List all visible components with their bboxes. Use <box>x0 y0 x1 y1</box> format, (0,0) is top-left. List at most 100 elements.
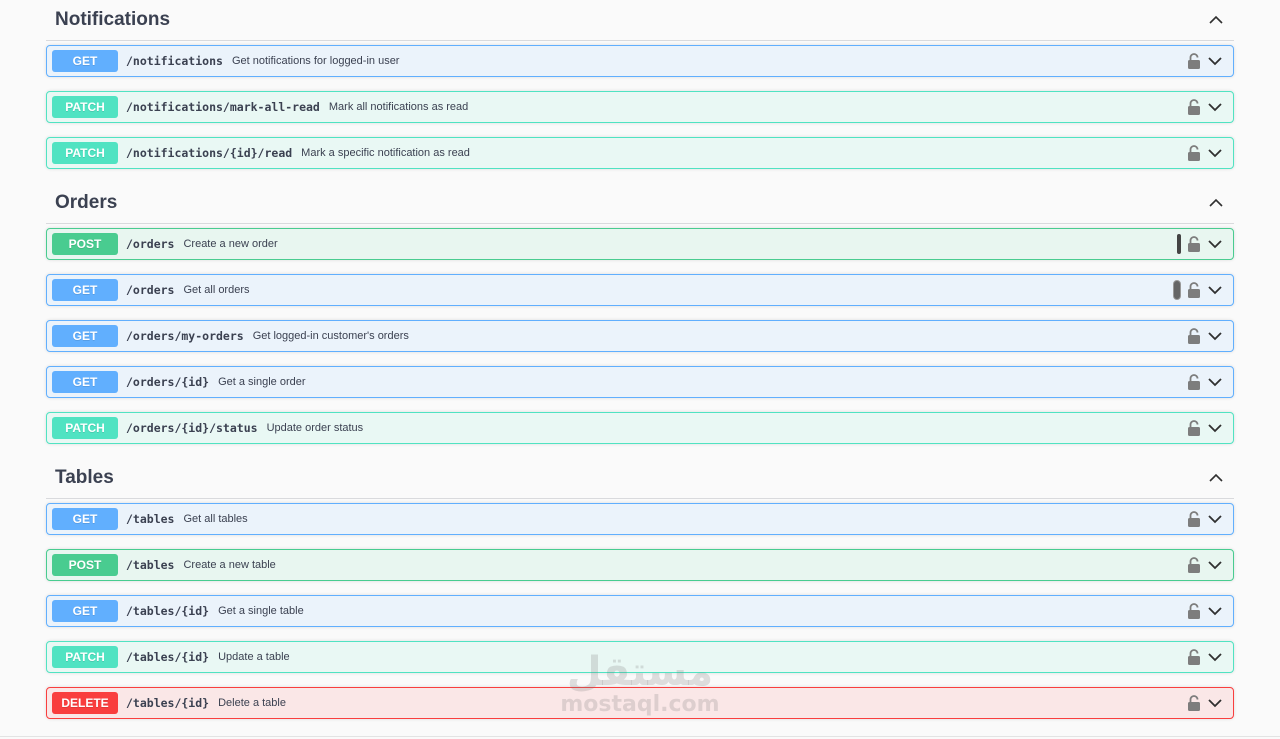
operation-row[interactable]: GET /notifications Get notifications for… <box>46 45 1234 77</box>
chevron-down-icon[interactable] <box>1207 695 1223 711</box>
operation-path: /notifications/mark-all-read <box>126 100 320 114</box>
collapse-button[interactable] <box>1198 5 1234 35</box>
operation-icons <box>1177 229 1223 259</box>
method-badge: GET <box>52 371 118 393</box>
method-badge: GET <box>52 325 118 347</box>
operation-icons <box>1187 688 1223 718</box>
method-badge: GET <box>52 50 118 72</box>
chevron-up-icon <box>1209 198 1223 207</box>
chevron-down-icon[interactable] <box>1207 420 1223 436</box>
chevron-down-icon[interactable] <box>1207 511 1223 527</box>
operation-row[interactable]: GET /tables Get all tables <box>46 503 1234 535</box>
unlocked-padlock-icon[interactable] <box>1187 695 1201 711</box>
unlocked-padlock-icon[interactable] <box>1187 557 1201 573</box>
operation-path: /tables/{id} <box>126 650 210 664</box>
operation-row[interactable]: PATCH /orders/{id}/status Update order s… <box>46 412 1234 444</box>
unlocked-padlock-icon[interactable] <box>1187 282 1201 298</box>
tag-header[interactable]: Tables <box>46 458 1234 499</box>
operation-summary: Get notifications for logged-in user <box>231 55 400 67</box>
unlocked-padlock-icon[interactable] <box>1187 53 1201 69</box>
operation-path: /orders/my-orders <box>126 329 244 343</box>
operation-summary: Create a new table <box>183 559 276 571</box>
tag-header[interactable]: Orders <box>46 183 1234 224</box>
operation-row[interactable]: PATCH /notifications/mark-all-read Mark … <box>46 91 1234 123</box>
operation-icons <box>1187 642 1223 672</box>
operation-row[interactable]: POST /orders Create a new order <box>46 228 1234 260</box>
operation-icons <box>1187 413 1223 443</box>
collapse-button[interactable] <box>1198 463 1234 493</box>
operation-icons <box>1187 138 1223 168</box>
chevron-down-icon[interactable] <box>1207 145 1223 161</box>
operation-summary: Get all orders <box>183 284 250 296</box>
tag-section-orders: Orders POST /orders Create a new order G… <box>46 183 1234 444</box>
unlocked-padlock-icon[interactable] <box>1187 145 1201 161</box>
operation-row[interactable]: PATCH /tables/{id} Update a table <box>46 641 1234 673</box>
operation-path: /tables/{id} <box>126 604 210 618</box>
chevron-down-icon[interactable] <box>1207 603 1223 619</box>
method-badge: PATCH <box>52 142 118 164</box>
method-badge: GET <box>52 279 118 301</box>
unlocked-padlock-icon[interactable] <box>1187 374 1201 390</box>
operation-summary: Update a table <box>218 651 290 663</box>
method-badge: PATCH <box>52 96 118 118</box>
tag-title: Orders <box>55 192 118 213</box>
unlocked-padlock-icon[interactable] <box>1187 511 1201 527</box>
operation-summary: Mark all notifications as read <box>328 101 469 113</box>
operation-path: /orders <box>126 237 175 251</box>
collapse-button[interactable] <box>1198 188 1234 218</box>
method-badge: DELETE <box>52 692 118 714</box>
operation-icons <box>1187 596 1223 626</box>
page-divider <box>0 736 1280 737</box>
operation-summary: Get logged-in customer's orders <box>252 330 409 342</box>
operation-summary: Get a single table <box>218 605 304 617</box>
chevron-down-icon[interactable] <box>1207 236 1223 252</box>
operation-row[interactable]: POST /tables Create a new table <box>46 549 1234 581</box>
tag-section-notifications: Notifications GET /notifications Get not… <box>46 0 1234 169</box>
chevron-down-icon[interactable] <box>1207 328 1223 344</box>
operation-path: /orders/{id}/status <box>126 421 258 435</box>
unlocked-padlock-icon[interactable] <box>1187 420 1201 436</box>
operation-summary: Mark a specific notification as read <box>301 147 470 159</box>
tag-header[interactable]: Notifications <box>46 0 1234 41</box>
operation-summary: Get all tables <box>183 513 248 525</box>
operation-summary: Update order status <box>266 422 364 434</box>
operation-row[interactable]: PATCH /notifications/{id}/read Mark a sp… <box>46 137 1234 169</box>
operation-row[interactable]: GET /orders/{id} Get a single order <box>46 366 1234 398</box>
tag-section-tables: Tables GET /tables Get all tables POST /… <box>46 458 1234 719</box>
operation-icons <box>1173 275 1223 305</box>
chevron-down-icon[interactable] <box>1207 649 1223 665</box>
operation-summary: Get a single order <box>218 376 306 388</box>
unlocked-padlock-icon[interactable] <box>1187 328 1201 344</box>
chevron-down-icon[interactable] <box>1207 53 1223 69</box>
unlocked-padlock-icon[interactable] <box>1187 99 1201 115</box>
operation-path: /orders <box>126 283 175 297</box>
operation-icons <box>1187 46 1223 76</box>
operation-path: /tables <box>126 512 175 526</box>
operation-icons <box>1187 367 1223 397</box>
chevron-down-icon[interactable] <box>1207 374 1223 390</box>
method-badge: POST <box>52 554 118 576</box>
tag-title: Tables <box>55 467 114 488</box>
chevron-down-icon[interactable] <box>1207 557 1223 573</box>
chevron-down-icon[interactable] <box>1207 282 1223 298</box>
scroll-thumb[interactable] <box>1173 280 1181 300</box>
chevron-down-icon[interactable] <box>1207 99 1223 115</box>
scroll-marker <box>1177 234 1181 254</box>
operation-row[interactable]: DELETE /tables/{id} Delete a table <box>46 687 1234 719</box>
operation-icons <box>1187 92 1223 122</box>
operation-row[interactable]: GET /orders/my-orders Get logged-in cust… <box>46 320 1234 352</box>
unlocked-padlock-icon[interactable] <box>1187 649 1201 665</box>
unlocked-padlock-icon[interactable] <box>1187 603 1201 619</box>
operation-row[interactable]: GET /tables/{id} Get a single table <box>46 595 1234 627</box>
operation-row[interactable]: GET /orders Get all orders <box>46 274 1234 306</box>
operation-path: /notifications/{id}/read <box>126 146 293 160</box>
unlocked-padlock-icon[interactable] <box>1187 236 1201 252</box>
method-badge: PATCH <box>52 417 118 439</box>
operation-summary: Delete a table <box>218 697 286 709</box>
method-badge: GET <box>52 508 118 530</box>
api-sections: Notifications GET /notifications Get not… <box>46 0 1234 733</box>
method-badge: PATCH <box>52 646 118 668</box>
operation-icons <box>1187 321 1223 351</box>
operation-path: /tables <box>126 558 175 572</box>
operation-summary: Create a new order <box>183 238 278 250</box>
